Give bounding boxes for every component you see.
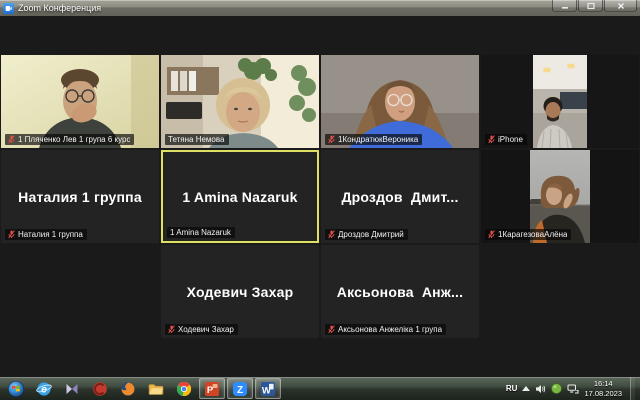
taskbar-internet-explorer-icon[interactable]: e — [31, 378, 57, 399]
language-indicator[interactable]: RU — [506, 384, 518, 393]
participant-tile-iphone[interactable]: iPhone — [481, 55, 639, 148]
taskbar-word-icon[interactable]: W — [255, 378, 281, 399]
mic-muted-icon — [488, 230, 495, 239]
window-title: Zoom Конференция — [18, 3, 102, 13]
mic-muted-icon — [168, 325, 175, 334]
svg-text:Z: Z — [237, 385, 243, 396]
mic-muted-icon — [328, 135, 335, 144]
network-icon[interactable] — [567, 384, 579, 394]
mic-muted-icon — [8, 230, 15, 239]
close-button[interactable] — [604, 0, 637, 12]
participant-tile-nataliya[interactable]: Наталия 1 группа Наталия 1 группа — [1, 150, 159, 243]
participant-nameplate: 1КарагезоваАлёна — [485, 229, 572, 240]
participant-name: Дроздов Дмитрий — [338, 230, 404, 239]
participant-name: 1 Amina Nazaruk — [170, 228, 231, 237]
participant-tile-plyachenko[interactable]: 1 Пляченко Лев 1 група 6 курс — [1, 55, 159, 148]
clock-time: 16:14 — [593, 379, 613, 389]
svg-text:P: P — [207, 385, 214, 396]
taskbar-firefox-icon[interactable] — [115, 378, 141, 399]
taskbar-powerpoint-icon[interactable]: P — [199, 378, 225, 399]
participant-name: Ходевич Захар — [178, 325, 234, 334]
maximize-button[interactable] — [578, 0, 603, 12]
taskbar: e P Z W RU 16:14 17.08.2023 — [0, 377, 640, 400]
hidden-icons-arrow-icon[interactable] — [522, 386, 531, 391]
taskbar-clock[interactable]: 16:14 17.08.2023 — [584, 379, 622, 398]
taskbar-zoom-icon[interactable]: Z — [227, 378, 253, 399]
taskbar-file-explorer-icon[interactable] — [143, 378, 169, 399]
participant-grid: 1 Пляченко Лев 1 група 6 курс Тетяна Нем… — [0, 16, 640, 338]
window-titlebar[interactable]: Zoom Конференция — [0, 0, 640, 16]
participant-nameplate: 1 Amina Nazaruk — [167, 227, 235, 238]
participant-tile-aksonova[interactable]: Аксьонова Анж... Аксьонова Анжеліка 1 гр… — [321, 245, 479, 338]
participant-name: iPhone — [498, 135, 523, 144]
participant-nameplate: Тетяна Немова — [165, 134, 229, 145]
meeting-area: 1 Пляченко Лев 1 група 6 курс Тетяна Нем… — [0, 16, 640, 377]
participant-name: Аксьонова Анжеліка 1 група — [338, 325, 443, 334]
participant-tile-khodevich[interactable]: Ходевич Захар Ходевич Захар — [161, 245, 319, 338]
participant-name: 1КондратюкВероника — [338, 135, 419, 144]
grid-row: Наталия 1 группа Наталия 1 группа 1 Amin… — [0, 150, 640, 243]
desktop-screen: Zoom Конференция 1 Пляченко Лев 1 група … — [0, 0, 640, 400]
show-desktop-button[interactable] — [630, 377, 635, 400]
participant-nameplate: iPhone — [485, 134, 527, 145]
zoom-app-icon — [3, 2, 14, 14]
taskbar-ccleaner-icon[interactable] — [87, 378, 113, 399]
mic-muted-icon — [488, 135, 495, 144]
participant-tile-drozdov[interactable]: Дроздов Дмит... Дроздов Дмитрий — [321, 150, 479, 243]
participant-nameplate: Наталия 1 группа — [5, 229, 87, 240]
mic-muted-icon — [328, 230, 335, 239]
volume-icon[interactable] — [535, 384, 546, 394]
participant-nameplate: 1 Пляченко Лев 1 група 6 курс — [5, 134, 135, 145]
mic-muted-icon — [8, 135, 15, 144]
participant-tile-nemova[interactable]: Тетяна Немова — [161, 55, 319, 148]
minimize-button[interactable] — [552, 0, 577, 12]
participant-tile-amina-active-speaker[interactable]: 1 Amina Nazaruk 1 Amina Nazaruk — [161, 150, 319, 243]
svg-text:W: W — [262, 385, 271, 396]
clock-date: 17.08.2023 — [584, 388, 622, 398]
system-tray: RU 16:14 17.08.2023 — [506, 377, 638, 400]
start-button[interactable] — [3, 378, 29, 399]
participant-name: Наталия 1 группа — [18, 230, 83, 239]
participant-name: 1КарагезоваАлёна — [498, 230, 568, 239]
window-controls — [552, 0, 637, 12]
participant-nameplate: Ходевич Захар — [165, 324, 238, 335]
grid-row: 1 Пляченко Лев 1 група 6 курс Тетяна Нем… — [0, 55, 640, 148]
participant-tile-kondratyuk[interactable]: 1КондратюкВероника — [321, 55, 479, 148]
participant-name: 1 Пляченко Лев 1 група 6 курс — [18, 135, 131, 144]
participant-tile-karagezova[interactable]: 1КарагезоваАлёна — [481, 150, 639, 243]
grid-row: Ходевич Захар Ходевич Захар Аксьонова Ан… — [0, 245, 640, 338]
mic-muted-icon — [328, 325, 335, 334]
taskbar-kmplayer-icon[interactable] — [59, 378, 85, 399]
participant-nameplate: 1КондратюкВероника — [325, 134, 423, 145]
antivirus-tray-icon[interactable] — [551, 383, 563, 394]
participant-nameplate: Дроздов Дмитрий — [325, 229, 408, 240]
participant-name: Тетяна Немова — [168, 135, 225, 144]
participant-nameplate: Аксьонова Анжеліка 1 група — [325, 324, 447, 335]
taskbar-chrome-icon[interactable] — [171, 378, 197, 399]
